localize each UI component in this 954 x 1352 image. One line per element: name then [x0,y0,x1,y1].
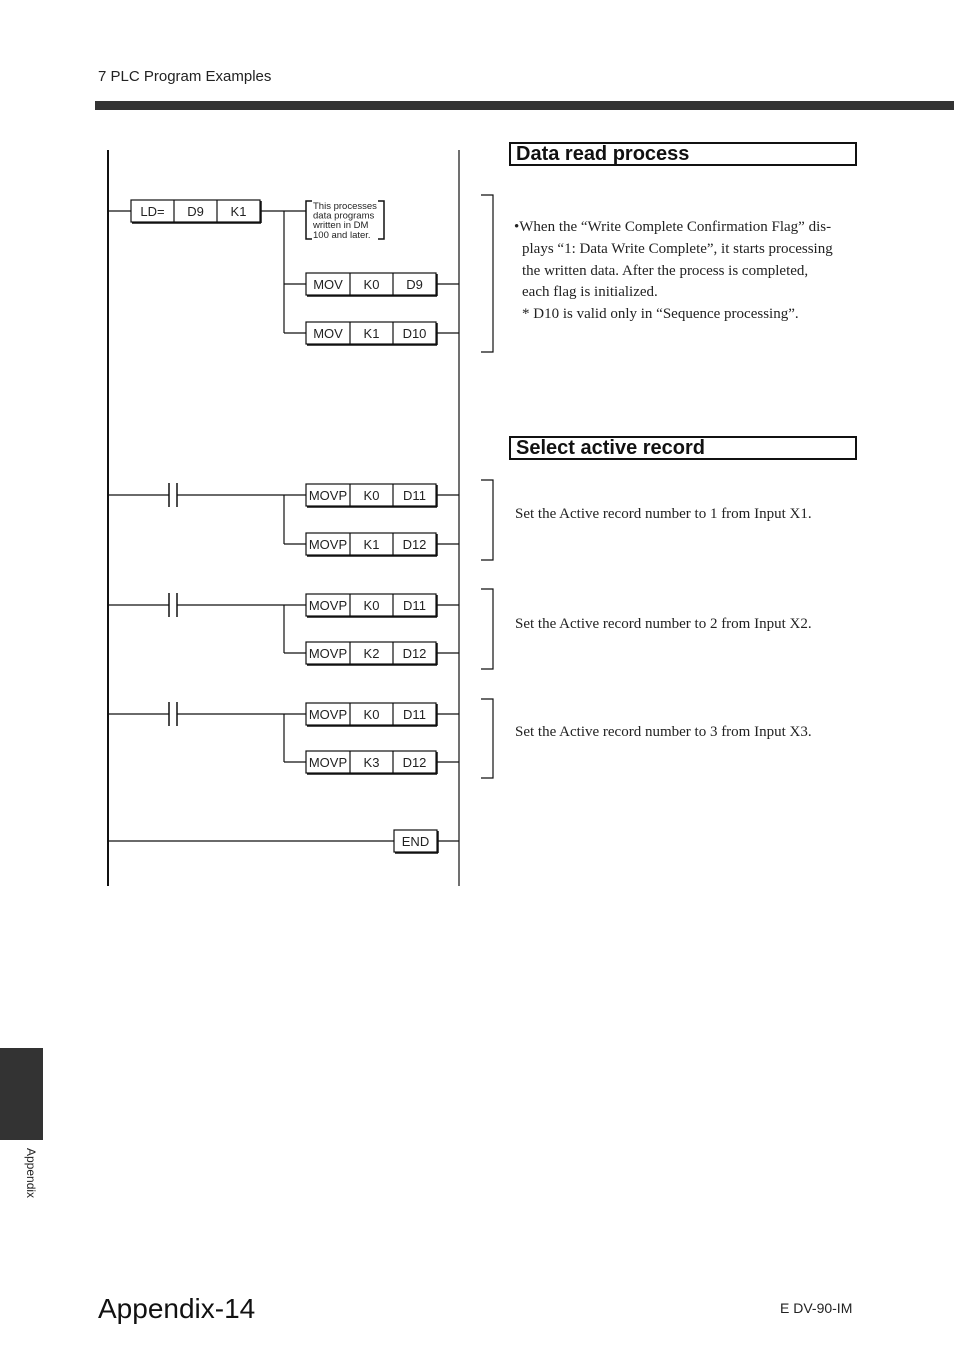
instruction-cell: K0 [364,277,380,292]
instruction-cell: END [402,834,429,849]
group-bracket-record-2 [481,588,494,670]
instruction-cell: K1 [364,326,380,341]
instruction-cell: K0 [364,598,380,613]
section-title-select-record: Select active record [509,436,857,460]
instruction-cell: D11 [403,488,426,503]
record-description-3: Set the Active record number to 3 from I… [515,724,812,740]
section-title-data-read: Data read process [509,142,857,166]
instruction-cell: D9 [406,277,423,292]
instruction-cell: LD= [140,204,164,219]
instruction-cell: K1 [364,537,380,552]
desc-line: •When the “Write Complete Confirmation F… [514,219,832,235]
instruction-cell: MOVP [309,707,347,722]
page-number: Appendix-14 [98,1293,256,1324]
instruction-cell: MOVP [309,598,347,613]
instruction-cell: D11 [403,707,426,722]
instruction-cell: D12 [403,646,427,661]
note-text: 100 and later. [313,230,371,241]
instruction-cell: MOVP [309,537,347,552]
data-read-description: •When the “Write Complete Confirmation F… [514,217,859,326]
instruction-cell: K0 [364,707,380,722]
desc-line: the written data. After the process is c… [522,262,809,279]
instruction-cell: MOV [313,326,343,341]
instruction-cell: K3 [364,755,380,770]
instruction-cell: MOV [313,277,343,292]
group-bracket-record-1 [481,479,494,561]
record-description-2: Set the Active record number to 2 from I… [515,616,812,632]
instruction-cell: D12 [403,755,427,770]
group-bracket-record-3 [481,698,494,779]
record-description-1: Set the Active record number to 1 from I… [515,506,812,522]
instruction-cell: K0 [364,488,380,503]
instruction-cell: MOVP [309,646,347,661]
instruction-cell: D10 [403,326,427,341]
desc-note: * D10 is valid only in “Sequence process… [522,306,799,323]
instruction-cell: D11 [403,598,426,613]
instruction-cell: MOVP [309,755,347,770]
document-code: E DV-90-IM [780,1300,853,1316]
instruction-cell: K1 [231,204,247,219]
note-bracket-right [378,200,385,240]
instruction-cell: D12 [403,537,427,552]
instruction-cell: MOVP [309,488,347,503]
instruction-cell: K2 [364,646,380,661]
desc-line: plays “1: Data Write Complete”, it start… [522,240,833,257]
instruction-cell: D9 [187,204,204,219]
group-bracket-data-read [481,194,494,353]
desc-line: each flag is initialized. [522,284,658,301]
side-tab-label: Appendix [24,1148,38,1199]
side-tab [0,1048,43,1140]
note-bracket-left [305,200,312,240]
